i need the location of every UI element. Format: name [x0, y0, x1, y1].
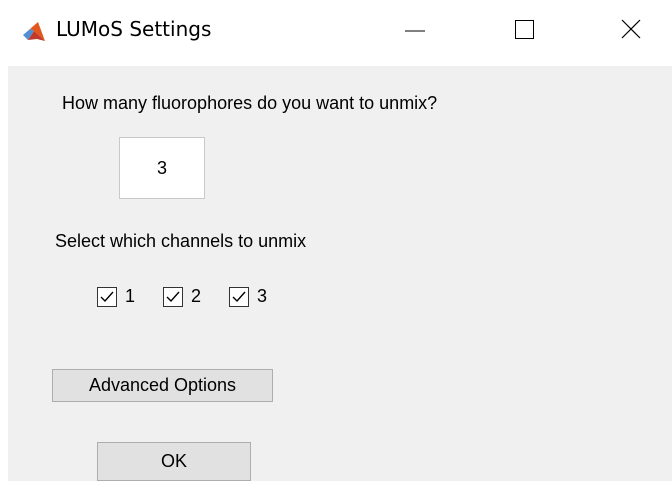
checkbox-checked-icon[interactable] — [163, 286, 184, 307]
channel-3-checkbox[interactable]: 3 — [229, 286, 267, 307]
channel-checkbox-group: 1 2 3 — [97, 286, 295, 307]
checkbox-checked-icon[interactable] — [97, 286, 117, 307]
minimize-icon — [404, 18, 426, 45]
channel-3-label: 3 — [257, 286, 268, 306]
channel-1-label: 1 — [125, 286, 136, 306]
close-button[interactable] — [608, 8, 654, 54]
fluorophore-count-input[interactable] — [119, 137, 205, 199]
title-bar[interactable]: LUMoS Settings — [0, 0, 672, 66]
channel-2-label: 2 — [191, 286, 202, 306]
settings-panel: How many fluorophores do you want to unm… — [8, 66, 672, 481]
maximize-button[interactable] — [501, 8, 547, 54]
channel-2-checkbox[interactable]: 2 — [163, 286, 201, 307]
channels-label: Select which channels to unmix — [55, 231, 307, 251]
matlab-icon — [22, 20, 46, 44]
maximize-icon — [513, 18, 535, 45]
advanced-options-button[interactable]: Advanced Options — [52, 369, 273, 402]
fluorophore-question: How many fluorophores do you want to unm… — [62, 93, 438, 113]
minimize-button[interactable] — [392, 8, 438, 54]
checkbox-checked-icon[interactable] — [229, 286, 250, 307]
channel-1-checkbox[interactable]: 1 — [97, 286, 135, 307]
settings-window: LUMoS Settings How many fluorophores do … — [0, 0, 672, 481]
ok-button[interactable]: OK — [97, 442, 251, 481]
window-title: LUMoS Settings — [56, 17, 212, 41]
close-icon — [620, 18, 642, 45]
